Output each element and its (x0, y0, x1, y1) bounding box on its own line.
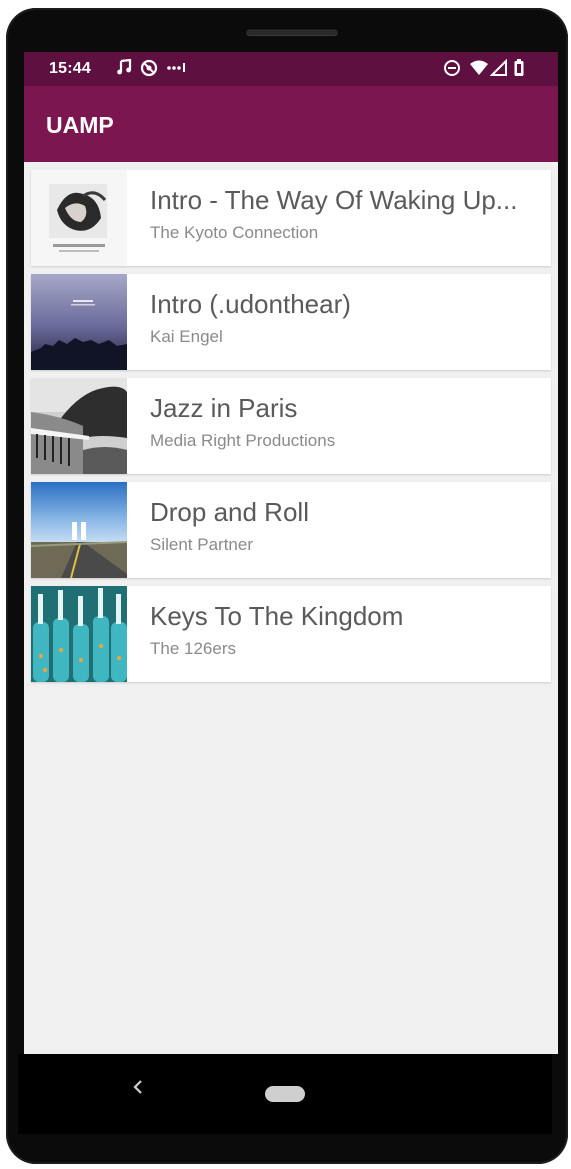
track-artist: Silent Partner (150, 535, 253, 554)
album-art-road (31, 482, 127, 578)
status-bar: 15:44 (24, 52, 558, 86)
more-dots-icon (166, 59, 190, 80)
cell-signal-icon (489, 58, 508, 82)
pause-icon[interactable] (69, 520, 89, 542)
app-screen: 15:44 UAMP Intro - The Way Of Waking Up.… (24, 52, 558, 1054)
album-art-coast (31, 378, 127, 474)
earpiece-speaker (246, 28, 338, 35)
battery-icon (513, 59, 525, 82)
track-row-5[interactable]: Keys To The Kingdom The 126ers (31, 586, 551, 682)
do-not-disturb-icon (443, 59, 461, 82)
track-row-2[interactable]: Intro (.udonthear) Kai Engel (31, 274, 551, 370)
status-time: 15:44 (49, 60, 91, 77)
no-location-icon (140, 59, 158, 82)
album-art-bottles (31, 586, 127, 682)
phone-frame: 15:44 UAMP Intro - The Way Of Waking Up.… (6, 8, 568, 1164)
track-title: Intro (.udonthear) (150, 289, 351, 319)
track-row-1[interactable]: Intro - The Way Of Waking Up... The Kyot… (31, 170, 551, 266)
track-title: Jazz in Paris (150, 393, 298, 423)
track-artist: The 126ers (150, 639, 236, 658)
track-row-4[interactable]: Drop and Roll Silent Partner (31, 482, 551, 578)
track-row-3[interactable]: Jazz in Paris Media Right Productions (31, 378, 551, 474)
track-title: Drop and Roll (150, 497, 309, 527)
track-artist: Kai Engel (150, 327, 223, 346)
track-artist: Media Right Productions (150, 431, 336, 450)
music-note-icon (116, 58, 132, 80)
track-title: Intro - The Way Of Waking Up... (150, 185, 518, 215)
app-title: UAMP (46, 112, 114, 138)
app-bar: UAMP (24, 86, 558, 162)
home-pill-icon[interactable] (265, 1086, 305, 1102)
album-art-night-city (31, 274, 127, 370)
track-title: Keys To The Kingdom (150, 601, 404, 631)
track-artist: The Kyoto Connection (150, 223, 319, 242)
back-chevron-icon[interactable] (131, 1076, 145, 1102)
wifi-icon (469, 59, 489, 82)
album-art-kyoto (31, 170, 127, 266)
system-nav-bar (18, 1054, 552, 1134)
